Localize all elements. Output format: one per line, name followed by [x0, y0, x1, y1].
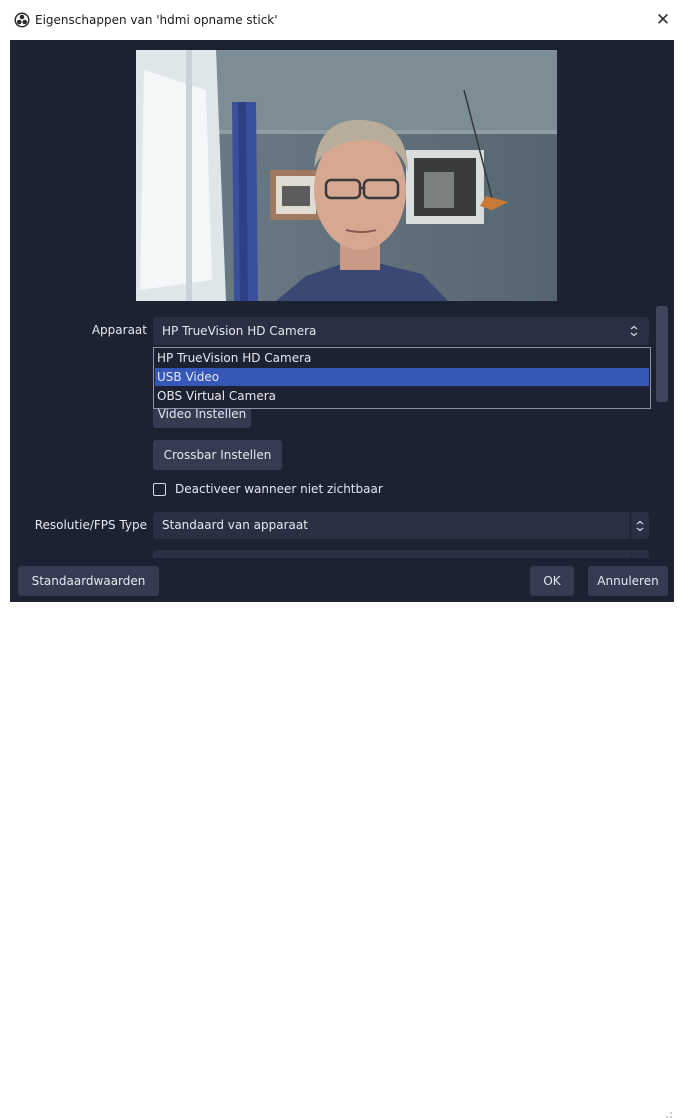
cancel-label: Annuleren [597, 574, 659, 588]
cancel-button[interactable]: Annuleren [588, 566, 668, 596]
crossbar-settings-button[interactable]: Crossbar Instellen [153, 440, 282, 470]
close-icon: ✕ [655, 10, 671, 30]
device-dropdown-list: HP TrueVision HD Camera USB Video OBS Vi… [153, 347, 651, 409]
ok-label: OK [543, 574, 561, 588]
obs-logo-icon [14, 12, 30, 28]
properties-dialog: Eigenschappen van 'hdmi opname stick' ✕ [0, 0, 682, 1118]
resolution-select[interactable]: Standaard van apparaat [153, 512, 649, 539]
window-title: Eigenschappen van 'hdmi opname stick' [35, 13, 278, 27]
deactivate-label: Deactiveer wanneer niet zichtbaar [175, 482, 383, 496]
close-button[interactable]: ✕ [652, 9, 674, 31]
video-settings-label: Video Instellen [157, 407, 247, 421]
resolution-select-value: Standaard van apparaat [162, 518, 308, 532]
ok-button[interactable]: OK [530, 566, 574, 596]
properties-content: Apparaat HP TrueVision HD Camera Video I… [10, 40, 674, 1118]
properties-scrollbar[interactable] [656, 306, 668, 402]
device-option-selected[interactable]: USB Video [155, 368, 649, 386]
resize-grip-icon[interactable] [666, 1112, 672, 1118]
device-label: Apparaat [91, 323, 147, 337]
defaults-label: Standaardwaarden [31, 574, 146, 588]
device-option[interactable]: OBS Virtual Camera [155, 387, 649, 405]
dialog-button-bar: Standaardwaarden OK Annuleren [10, 558, 674, 1118]
camera-preview-image [136, 50, 557, 301]
camera-preview [136, 50, 557, 301]
resolution-label: Resolutie/FPS Type [34, 518, 147, 532]
deactivate-checkbox[interactable] [153, 483, 166, 496]
device-select-value: HP TrueVision HD Camera [162, 324, 317, 338]
defaults-button[interactable]: Standaardwaarden [18, 566, 159, 596]
crossbar-settings-label: Crossbar Instellen [163, 448, 272, 462]
device-option[interactable]: HP TrueVision HD Camera [155, 349, 649, 367]
device-select[interactable]: HP TrueVision HD Camera [153, 317, 649, 345]
updown-chevron-icon [636, 520, 644, 532]
combo-separator [630, 512, 631, 539]
title-bar: Eigenschappen van 'hdmi opname stick' ✕ [0, 0, 682, 40]
updown-chevron-icon [630, 325, 638, 337]
